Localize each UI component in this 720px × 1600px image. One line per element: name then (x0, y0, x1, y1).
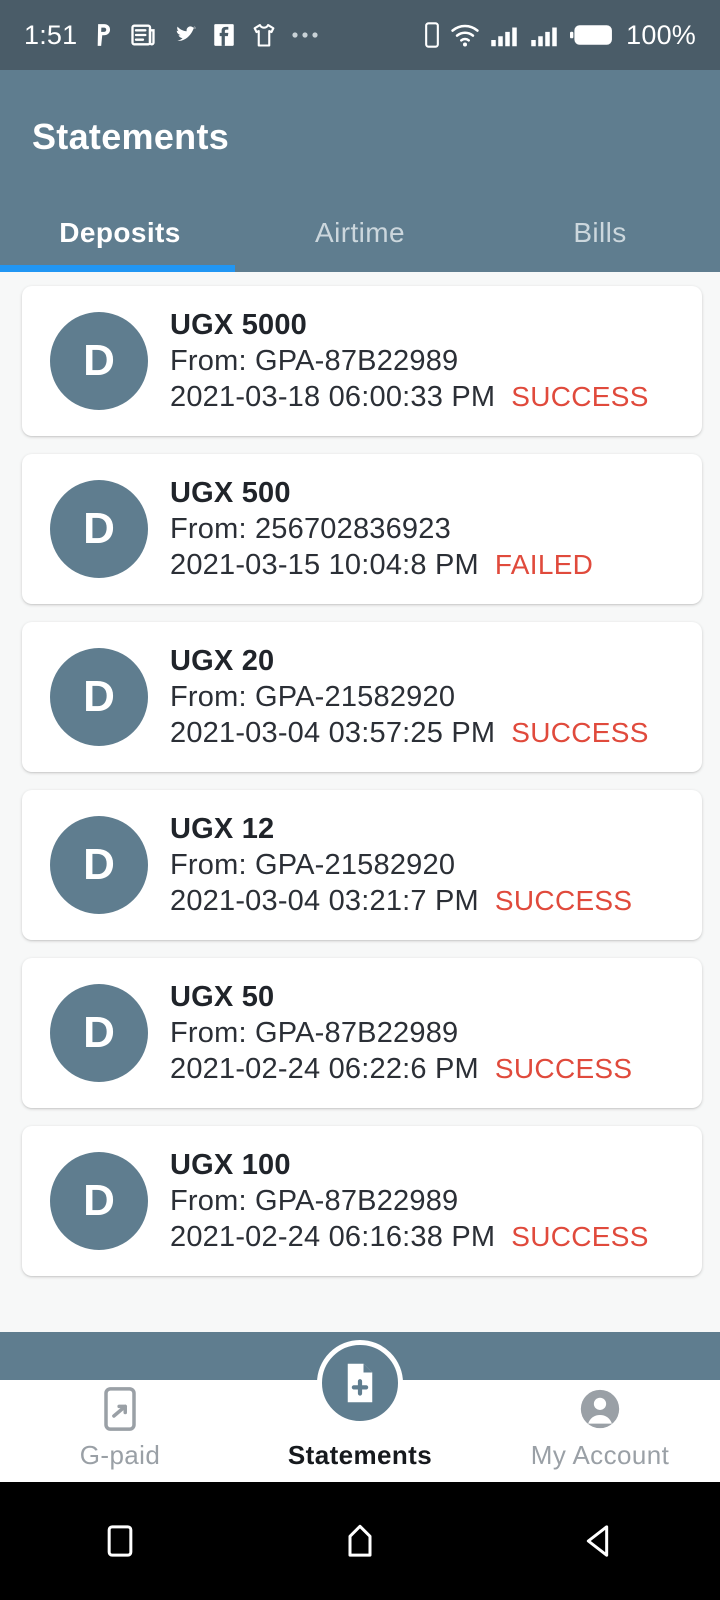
transaction-meta: 2021-03-15 10:04:8 PM FAILED (170, 549, 593, 582)
nav-item-g-paid[interactable]: G-paid (0, 1384, 240, 1471)
transaction-source: From: GPA-21582920 (170, 848, 456, 881)
status-badge: SUCCESS (494, 884, 633, 916)
transaction-date: 2021-03-04 03:21:7 PM (170, 884, 479, 917)
status-badge: SUCCESS (494, 1052, 633, 1084)
transaction-date: 2021-03-18 06:00:33 PM (170, 380, 496, 413)
transaction-details: UGX 12 From: GPA-21582920 2021-03-04 03:… (170, 813, 632, 918)
transaction-details: UGX 20 From: GPA-21582920 2021-03-04 03:… (170, 645, 649, 750)
transaction-amount: UGX 20 (170, 644, 275, 677)
transaction-details: UGX 100 From: GPA-87B22989 2021-02-24 06… (170, 1149, 649, 1254)
status-bar: 1:51 100% (0, 0, 720, 70)
table-row[interactable]: D UGX 100 From: GPA-87B22989 2021-02-24 … (22, 1126, 702, 1276)
person-circle-icon (577, 1384, 623, 1434)
transaction-amount: UGX 5000 (170, 308, 308, 341)
shirt-icon (250, 21, 278, 49)
transaction-meta: 2021-03-04 03:57:25 PM SUCCESS (170, 717, 649, 750)
android-navigation-bar (0, 1482, 720, 1600)
transaction-source: From: GPA-87B22989 (170, 1016, 459, 1049)
avatar: D (50, 480, 148, 578)
bottom-navigation: G-paid Statements My Account (0, 1332, 720, 1482)
avatar: D (50, 984, 148, 1082)
tab-deposits[interactable]: Deposits (0, 194, 240, 272)
nav-label-g-paid: G-paid (79, 1440, 161, 1470)
vibrate-phone-icon (424, 21, 440, 49)
transaction-meta: 2021-02-24 06:22:6 PM SUCCESS (170, 1053, 632, 1086)
status-bar-clock: 1:51 (24, 19, 78, 50)
status-bar-left: 1:51 (24, 20, 321, 51)
avatar: D (50, 312, 148, 410)
transaction-source: From: 256702836923 (170, 512, 451, 545)
table-row[interactable]: D UGX 5000 From: GPA-87B22989 2021-03-18… (22, 286, 702, 436)
transaction-details: UGX 5000 From: GPA-87B22989 2021-03-18 0… (170, 309, 649, 414)
transaction-date: 2021-02-24 06:22:6 PM (170, 1052, 479, 1085)
status-bar-right: 100% (424, 20, 696, 51)
home-icon[interactable] (340, 1521, 380, 1561)
recents-square-icon[interactable] (100, 1521, 140, 1561)
tab-active-indicator (0, 265, 235, 272)
table-row[interactable]: D UGX 50 From: GPA-87B22989 2021-02-24 0… (22, 958, 702, 1108)
table-row[interactable]: D UGX 12 From: GPA-21582920 2021-03-04 0… (22, 790, 702, 940)
table-row[interactable]: D UGX 500 From: 256702836923 2021-03-15 … (22, 454, 702, 604)
status-badge: SUCCESS (511, 716, 649, 748)
page-title: Statements (32, 116, 230, 157)
transaction-details: UGX 500 From: 256702836923 2021-03-15 10… (170, 477, 593, 582)
nav-label-my-account: My Account (530, 1440, 670, 1470)
battery-percent-label: 100% (626, 19, 696, 50)
transaction-meta: 2021-03-18 06:00:33 PM SUCCESS (170, 381, 649, 414)
transaction-list[interactable]: D UGX 5000 From: GPA-87B22989 2021-03-18… (0, 272, 720, 1332)
app-bar: Statements Deposits Airtime Bills (0, 70, 720, 272)
avatar: D (50, 1152, 148, 1250)
transaction-date: 2021-03-15 10:04:8 PM (170, 548, 479, 581)
tab-bills[interactable]: Bills (480, 194, 720, 272)
wifi-icon (450, 22, 480, 48)
transaction-date: 2021-02-24 06:16:38 PM (170, 1220, 496, 1253)
transaction-source: From: GPA-21582920 (170, 680, 456, 713)
transaction-details: UGX 50 From: GPA-87B22989 2021-02-24 06:… (170, 981, 632, 1086)
phone-screen: 1:51 100% Statements Deposits Airtime Bi… (0, 0, 720, 1600)
nav-label-statements: Statements (287, 1440, 433, 1470)
more-dots-icon (291, 30, 321, 40)
nav-item-my-account[interactable]: My Account (480, 1384, 720, 1471)
signal-bars-icon-2 (530, 22, 560, 48)
avatar: D (50, 816, 148, 914)
transaction-meta: 2021-02-24 06:16:38 PM SUCCESS (170, 1221, 649, 1254)
bird-icon (170, 21, 198, 49)
signal-bars-icon-1 (490, 22, 520, 48)
avatar: D (50, 648, 148, 746)
transaction-amount: UGX 100 (170, 1148, 291, 1181)
phone-share-icon (99, 1384, 141, 1434)
battery-full-icon (570, 22, 614, 48)
status-badge: SUCCESS (511, 1220, 649, 1252)
status-badge: FAILED (494, 548, 594, 580)
transaction-meta: 2021-03-04 03:21:7 PM SUCCESS (170, 885, 632, 918)
transaction-source: From: GPA-87B22989 (170, 344, 459, 377)
table-row[interactable]: D UGX 20 From: GPA-21582920 2021-03-04 0… (22, 622, 702, 772)
back-triangle-icon[interactable] (580, 1521, 620, 1561)
tab-bar: Deposits Airtime Bills (0, 194, 720, 272)
pinterest-icon (90, 21, 116, 49)
facebook-icon (211, 21, 237, 49)
transaction-amount: UGX 12 (170, 812, 275, 845)
transaction-date: 2021-03-04 03:57:25 PM (170, 716, 496, 749)
status-badge: SUCCESS (511, 380, 649, 412)
transaction-amount: UGX 500 (170, 476, 291, 509)
tab-airtime[interactable]: Airtime (240, 194, 480, 272)
news-document-icon (129, 21, 157, 49)
document-plus-icon[interactable] (317, 1340, 403, 1426)
transaction-amount: UGX 50 (170, 980, 275, 1013)
transaction-source: From: GPA-87B22989 (170, 1184, 459, 1217)
